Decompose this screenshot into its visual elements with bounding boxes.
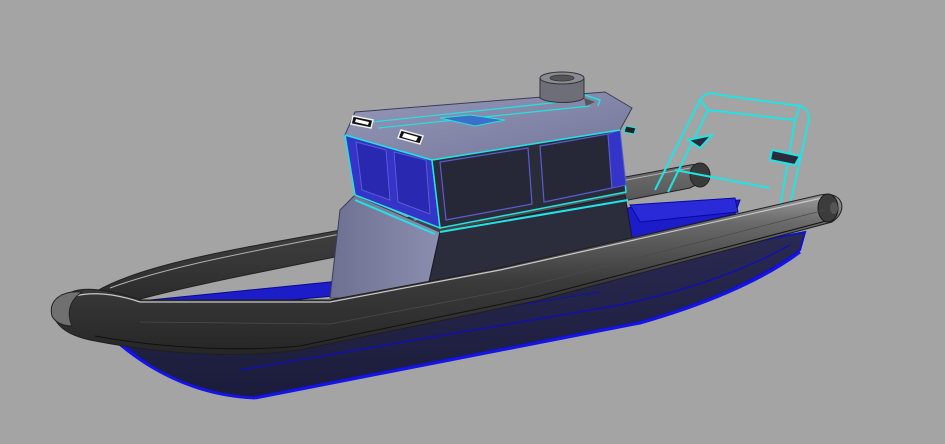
exhaust-stack: [539, 71, 595, 106]
boat-render: [50, 71, 843, 400]
cad-viewport: [0, 0, 945, 444]
